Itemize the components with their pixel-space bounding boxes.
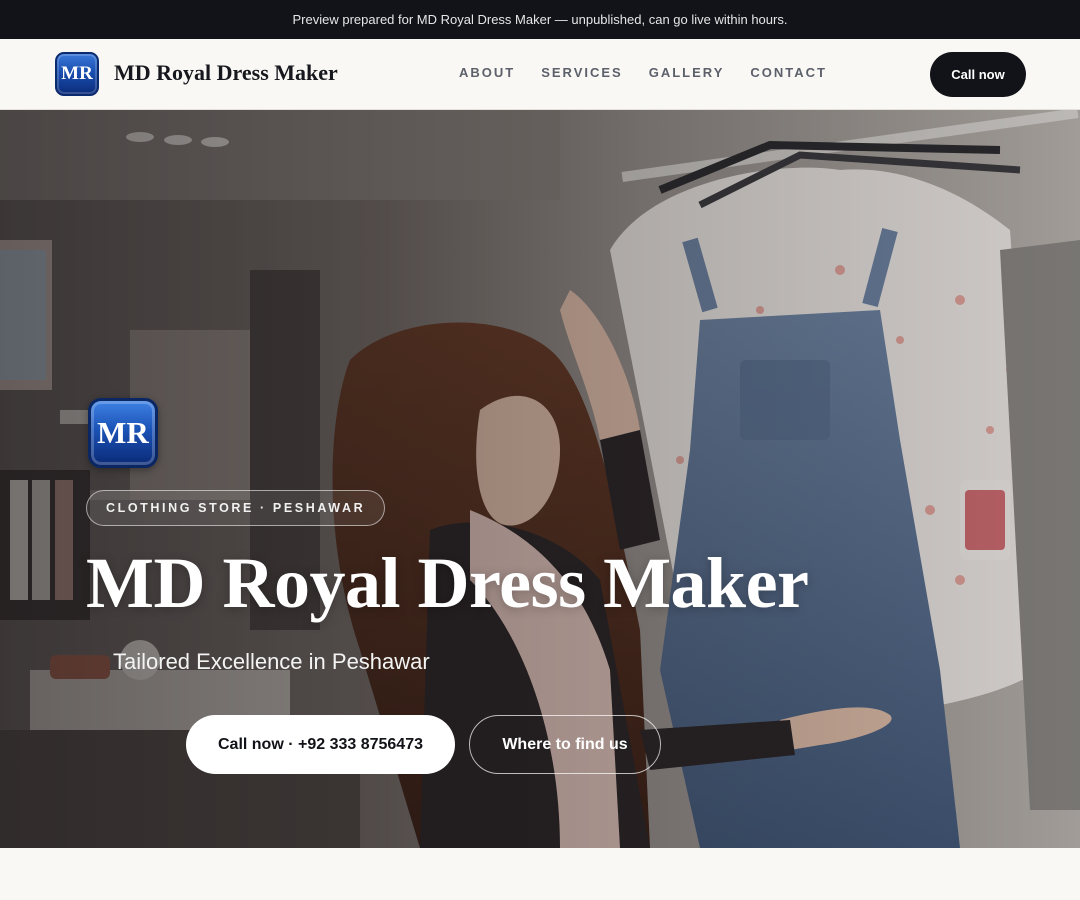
nav-contact[interactable]: CONTACT — [750, 65, 827, 80]
nav-about[interactable]: ABOUT — [459, 65, 515, 80]
hero-logo-text: MR — [97, 415, 149, 450]
hero-title: MD Royal Dress Maker — [86, 543, 809, 623]
preview-banner-text: Preview prepared for MD Royal Dress Make… — [292, 12, 788, 27]
site-header: MR MD Royal Dress Maker ABOUT SERVICES G… — [0, 39, 1080, 110]
call-now-button[interactable]: Call now — [930, 52, 1026, 97]
nav-services[interactable]: SERVICES — [541, 65, 623, 80]
main-nav: ABOUT SERVICES GALLERY CONTACT — [459, 65, 827, 80]
hero-subtitle: Tailored Excellence in Peshawar — [113, 649, 430, 674]
hero: MR CLOTHING STORE · PESHAWAR MD Royal Dr… — [0, 110, 1080, 848]
logo-text: MR — [61, 63, 93, 84]
call-now-phone-button[interactable]: Call now · +92 333 8756473 — [186, 715, 455, 774]
nav-gallery[interactable]: GALLERY — [649, 65, 725, 80]
brand-name[interactable]: MD Royal Dress Maker — [114, 60, 338, 86]
preview-banner: Preview prepared for MD Royal Dress Make… — [0, 0, 1080, 39]
hero-logo-badge: MR — [88, 398, 158, 468]
category-location-badge: CLOTHING STORE · PESHAWAR — [86, 490, 386, 526]
where-to-find-us-button[interactable]: Where to find us — [469, 715, 661, 774]
logo-badge[interactable]: MR — [55, 52, 99, 96]
